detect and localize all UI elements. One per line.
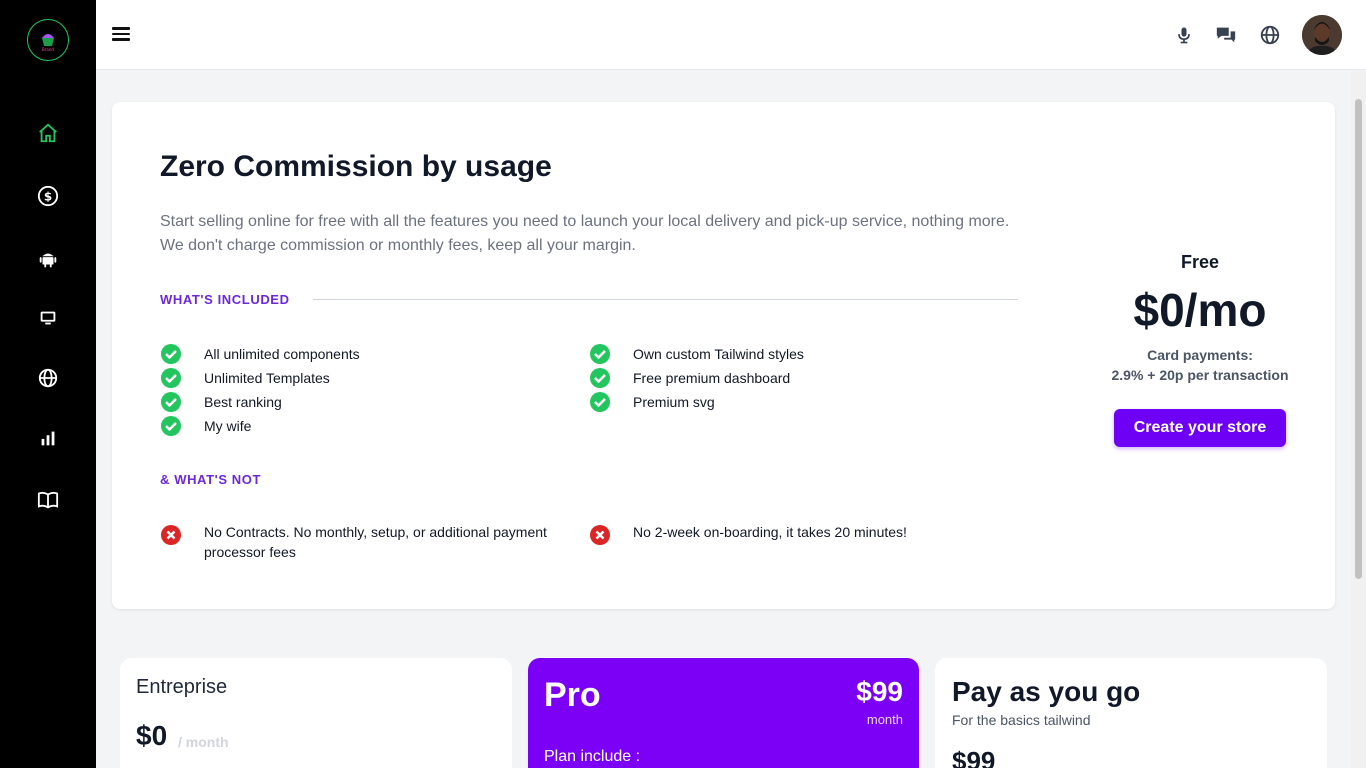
plan-card-title: Entreprise [136, 676, 228, 698]
scrollbar-thumb[interactable] [1355, 99, 1362, 579]
pricing-description: Start selling online for free with all t… [160, 213, 1010, 254]
check-circle-icon [161, 416, 181, 436]
feature-item: Own custom Tailwind styles [589, 343, 804, 365]
feature-item: Unlimited Templates [160, 367, 330, 389]
language-button[interactable] [1259, 24, 1281, 46]
cupcake-logo-icon: Brand [42, 34, 54, 52]
not-included-label: & WHAT'S NOT [160, 472, 262, 487]
chat-button[interactable] [1215, 24, 1237, 46]
x-circle-icon [590, 525, 610, 545]
plan-price: $0/mo [1133, 284, 1267, 336]
desktop-icon [40, 311, 56, 325]
dollar-icon: $ [37, 185, 59, 207]
top-header [96, 0, 1366, 70]
hamburger-line [112, 27, 130, 30]
sidebar-item-desktop[interactable] [33, 303, 63, 333]
sidebar-item-android[interactable] [33, 244, 63, 274]
included-label: WHAT'S INCLUDED [160, 292, 290, 307]
plan-note: Card payments: 2.9% + 20p per transactio… [1102, 345, 1298, 385]
pricing-card: Zero Commission by usage Start selling o… [112, 102, 1335, 609]
sidebar-item-book[interactable] [33, 485, 63, 515]
check-circle-icon [590, 344, 610, 364]
book-icon [37, 491, 59, 509]
plan-card-pro: Pro $99 month Plan include : [528, 658, 919, 768]
plan-card-price: $99 [952, 746, 996, 768]
globe-icon [38, 368, 58, 388]
feature-item: Best ranking [160, 391, 282, 413]
feature-label: My wife [204, 418, 252, 434]
feature-label: Best ranking [204, 394, 282, 410]
menu-toggle-button[interactable] [112, 24, 134, 46]
feature-label: Own custom Tailwind styles [633, 346, 804, 362]
hamburger-line [112, 38, 130, 41]
plan-note-line: Card payments: [1147, 347, 1253, 363]
feature-label: All unlimited components [204, 346, 360, 362]
feature-label: Premium svg [633, 394, 715, 410]
sidebar: Brand $ [0, 0, 96, 768]
svg-text:Brand: Brand [42, 47, 54, 52]
plan-name: Free [1180, 252, 1220, 272]
plan-card-enterprise: Entreprise $0 / month [120, 658, 512, 768]
feature-item: Free premium dashboard [589, 367, 790, 389]
svg-text:$: $ [44, 190, 52, 204]
plan-card-subtitle: For the basics tailwind [952, 712, 1091, 728]
microphone-icon [1178, 27, 1190, 44]
check-circle-icon [161, 368, 181, 388]
pricing-title: Zero Commission by usage [160, 150, 552, 183]
create-store-button[interactable]: Create your store [1113, 409, 1287, 447]
home-icon [39, 123, 57, 143]
plan-includes-label: Plan include : [544, 748, 641, 765]
sidebar-item-dollar[interactable]: $ [33, 181, 63, 211]
feature-label: Free premium dashboard [633, 370, 791, 386]
plan-card-period: month [866, 712, 903, 727]
plan-card-price: $99 [856, 676, 903, 707]
plan-card-price: $0 [136, 720, 168, 751]
chat-icon [1216, 27, 1236, 43]
globe-icon [1260, 25, 1280, 45]
brand-logo[interactable]: Brand [27, 19, 69, 61]
sidebar-item-home[interactable] [33, 118, 63, 148]
plan-card-period: / month [178, 734, 229, 750]
feature-item: All unlimited components [160, 343, 360, 365]
excluded-label: No 2-week on-boarding, it takes 20 minut… [633, 524, 907, 540]
feature-label: Unlimited Templates [204, 370, 330, 386]
check-circle-icon [161, 392, 181, 412]
hamburger-line [112, 32, 130, 35]
plan-note-line: 2.9% + 20p per transaction [1111, 367, 1289, 383]
page-scrollbar[interactable] [1351, 71, 1366, 768]
check-circle-icon [161, 344, 181, 364]
android-icon [39, 253, 57, 268]
bar-chart-icon [41, 431, 55, 446]
section-divider [313, 299, 1018, 300]
check-circle-icon [590, 368, 610, 388]
feature-item: Premium svg [589, 391, 715, 413]
user-avatar[interactable] [1302, 15, 1342, 55]
sidebar-item-chart[interactable] [33, 423, 63, 453]
plan-card-title: Pro [544, 676, 601, 714]
excluded-item: No Contracts. No monthly, setup, or addi… [160, 522, 580, 562]
plan-card-payg: Pay as you go For the basics tailwind $9… [935, 658, 1327, 768]
free-plan-box: Free $0/mo Card payments: 2.9% + 20p per… [1102, 252, 1298, 447]
feature-item: My wife [160, 415, 251, 437]
x-circle-icon [161, 525, 181, 545]
user-photo-icon [1302, 15, 1342, 55]
check-circle-icon [590, 392, 610, 412]
excluded-item: No 2-week on-boarding, it takes 20 minut… [589, 522, 1009, 546]
microphone-button[interactable] [1173, 24, 1195, 46]
plan-card-title: Pay as you go [952, 676, 1141, 707]
sidebar-item-globe[interactable] [33, 363, 63, 393]
excluded-label: No Contracts. No monthly, setup, or addi… [204, 524, 547, 560]
